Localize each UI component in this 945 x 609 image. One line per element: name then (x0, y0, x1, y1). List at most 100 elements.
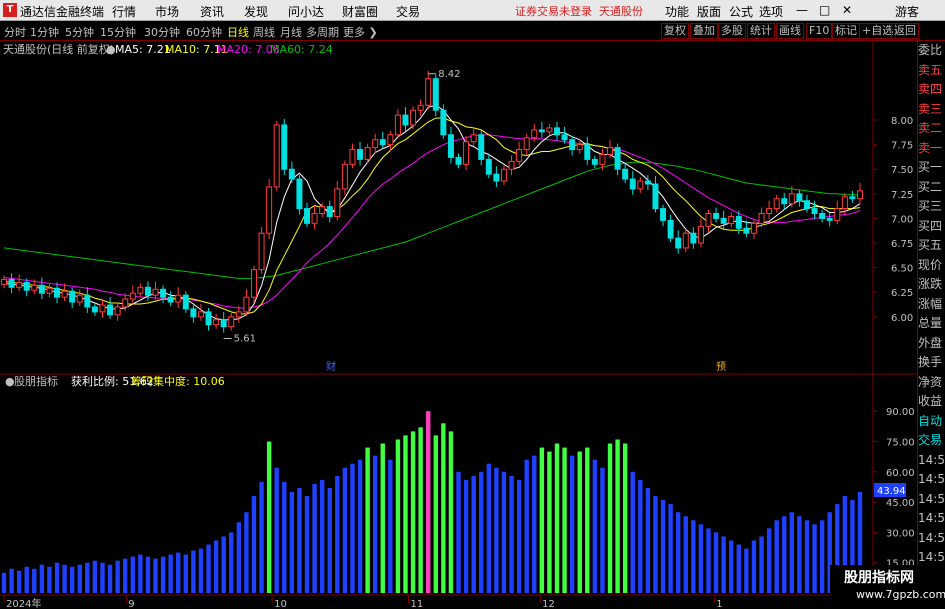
indicator-bar (327, 487, 332, 593)
date-tick-label: 11 (410, 599, 423, 609)
indicator-bar (729, 540, 734, 593)
quote-panel-item[interactable]: 交易 (918, 431, 945, 451)
indicator-bar (713, 532, 719, 593)
indicator-bars (1, 411, 863, 593)
candle-body (394, 114, 401, 136)
candle-body (425, 78, 432, 106)
candle-body (281, 124, 288, 170)
diejia-button[interactable]: 叠加 (690, 23, 718, 39)
indicator-bar (372, 455, 378, 593)
quote-panel-item: 委比 (918, 43, 943, 57)
duogu-button[interactable]: 多股 (718, 23, 746, 39)
menu-gongshi[interactable]: 公式 (729, 3, 753, 20)
candle-body (455, 156, 462, 165)
menu-hangqing[interactable]: 行情 (112, 3, 136, 20)
candle-body (773, 198, 780, 210)
candle-body (781, 198, 788, 205)
tab-more[interactable]: 更多 ❯ (343, 24, 378, 40)
indicator-bar (85, 562, 90, 593)
quote-panel-item: 收益 (918, 394, 943, 408)
close-icon[interactable]: ✕ (842, 3, 852, 17)
candle-body (660, 208, 667, 221)
menu-wenxiaoda[interactable]: 问小达 (288, 3, 324, 20)
tab-monthly[interactable]: 月线 (280, 24, 302, 40)
quote-panel-item: 卖四 (918, 82, 943, 96)
menu-shichang[interactable]: 市场 (155, 3, 179, 20)
menu-zixun[interactable]: 资讯 (200, 3, 224, 20)
menu-jiaoyi[interactable]: 交易 (396, 3, 420, 20)
candle-body (516, 149, 523, 162)
indicator-bar (282, 481, 287, 593)
quote-panel-item: 涨幅 (918, 296, 943, 311)
indicator-bar (622, 443, 628, 593)
back-button[interactable]: 返回 (891, 23, 919, 39)
tab-multi[interactable]: 多周期 (306, 24, 339, 40)
candle-body (584, 144, 591, 160)
indicator-bar (168, 554, 173, 593)
indicator-bar (380, 443, 385, 593)
candle-body (190, 308, 197, 318)
ind-tick-label: 90.00 (886, 407, 915, 418)
low-marker: 5.61 (223, 333, 256, 344)
candle-body (402, 114, 409, 126)
quote-panel-item[interactable]: 自动 (918, 412, 945, 432)
guest-label[interactable]: 游客 (895, 3, 919, 20)
kline-chart[interactable]: 天通股份(日线 前复权) ● MA5: 7.21 MA10: 7.11 MA20… (0, 41, 917, 609)
menu-gongneng[interactable]: 功能 (665, 3, 689, 20)
fuquan-button[interactable]: 复权 (661, 23, 689, 39)
maximize-icon[interactable]: □ (819, 3, 830, 17)
candle-body (152, 288, 159, 296)
price-tick-label: 6.25 (891, 288, 913, 299)
candle-body (167, 296, 174, 303)
indicator-bar (441, 423, 446, 593)
watermark-url: www.7gpzb.com (856, 588, 945, 601)
f10-button[interactable]: F10 (806, 23, 833, 39)
quote-panel-item: 14:56 (918, 511, 945, 525)
main-legend: 天通股份(日线 前复权) ● MA5: 7.21 MA10: 7.11 MA20… (3, 42, 333, 56)
tab-daily[interactable]: 日线 (227, 24, 249, 40)
event-yu[interactable]: 预 (716, 361, 726, 373)
ma60-legend: MA60: 7.24 (270, 43, 333, 56)
biaoji-button[interactable]: 标记 (832, 23, 860, 39)
candle-body (417, 104, 424, 111)
tongji-button[interactable]: 统计 (747, 23, 775, 39)
candle-body (713, 213, 720, 219)
indicator-bar (304, 496, 310, 593)
indicator-bar (183, 554, 189, 593)
candle-body (819, 213, 826, 219)
tab-60min[interactable]: 60分钟 (186, 24, 222, 40)
quote-panel-item: 涨跌 (918, 277, 943, 291)
minimize-icon[interactable]: — (796, 3, 808, 17)
tab-15min[interactable]: 15分钟 (100, 24, 136, 40)
huaxian-button[interactable]: 画线 (776, 23, 804, 39)
indicator-bar (736, 544, 741, 593)
candle-body (61, 290, 68, 298)
indicator-bar (335, 475, 340, 593)
indicator-bar (433, 435, 438, 593)
menu-banmian[interactable]: 版面 (697, 3, 721, 20)
tab-5min[interactable]: 5分钟 (65, 24, 94, 40)
indicator-bar (691, 520, 696, 593)
price-tick-label: 6.50 (891, 264, 913, 275)
candle-body (379, 139, 386, 146)
candle-body (107, 304, 114, 316)
indicator-bar (388, 459, 393, 593)
price-tick-label: 7.50 (891, 165, 913, 176)
indicator-bar (251, 496, 257, 593)
tab-1min[interactable]: 1分钟 (30, 24, 59, 40)
indicator-bar (236, 522, 242, 593)
indicator-bar (47, 566, 52, 593)
price-tick-label: 7.25 (891, 190, 913, 201)
indicator-bar (577, 451, 582, 593)
menu-xuanxiang[interactable]: 选项 (759, 3, 783, 20)
candle-body (364, 147, 371, 160)
tab-weekly[interactable]: 周线 (253, 24, 275, 40)
candle-body (561, 134, 568, 141)
indicator-bar (797, 516, 802, 593)
menu-faxian[interactable]: 发现 (244, 3, 268, 20)
menu-caifuquan[interactable]: 财富圈 (342, 3, 378, 20)
tab-30min[interactable]: 30分钟 (144, 24, 180, 40)
event-cai[interactable]: 财 (326, 360, 336, 373)
indicator-bar (274, 467, 279, 593)
tab-fenshi[interactable]: 分时 (4, 24, 26, 40)
